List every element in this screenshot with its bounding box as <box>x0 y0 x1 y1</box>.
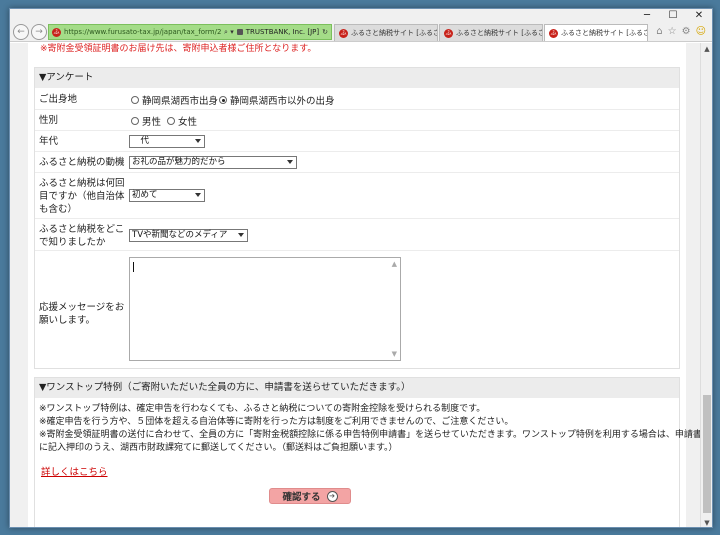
birthplace-label: ご出身地 <box>39 94 78 105</box>
tab-label: ふるさと納税サイト [ふるさとチ... <box>561 29 648 37</box>
survey-section: ▼アンケート ご出身地 静岡県湖西市出身 静岡県湖西市以外の出身 性別 男性 女… <box>34 67 680 369</box>
count-label: ふるさと納税は何回目ですか（他自治体も含む） <box>39 178 125 215</box>
gender-option-female[interactable]: 女性 <box>167 114 197 128</box>
source-row: ふるさと納税をどこで知りましたか TVや新聞などのメディア <box>35 219 679 251</box>
onestop-header: ▼ワンストップ特例（ご寄附いただいた全員の方に、申請書を送らせていただきます。） <box>35 378 679 398</box>
browser-tab-2[interactable]: ふ ふるさと納税サイト [ふるさとチョイ... <box>439 24 543 41</box>
tab-label: ふるさと納税サイト [ふるさとチョイ... <box>351 29 437 37</box>
browser-window: ─ ☐ ✕ ← → ふ https://www.furusato-tax.jp/… <box>9 8 713 528</box>
close-window-icon[interactable]: ✕ <box>686 9 712 23</box>
age-label: 年代 <box>39 136 59 147</box>
count-row: ふるさと納税は何回目ですか（他自治体も含む） 初めて <box>35 173 679 219</box>
source-label: ふるさと納税をどこで知りましたか <box>39 224 125 248</box>
onestop-section: ▼ワンストップ特例（ご寄附いただいた全員の方に、申請書を送らせていただきます。）… <box>34 377 702 527</box>
confirm-button[interactable]: 確認する ➔ <box>269 488 351 504</box>
birthplace-option-kosai[interactable]: 静岡県湖西市出身 <box>131 93 218 107</box>
radio-button[interactable] <box>131 117 139 125</box>
radio-label: 静岡県湖西市以外の出身 <box>230 96 335 107</box>
feedback-smiley-icon[interactable]: ☺ <box>696 26 706 38</box>
chevron-down-icon <box>287 160 293 164</box>
search-dropdown-icon[interactable]: ⌕ ▾ <box>224 28 234 37</box>
tab-label: ふるさと納税サイト [ふるさとチョイ... <box>456 29 542 37</box>
tab-favicon-icon: ふ <box>444 28 453 38</box>
birthplace-option-other[interactable]: 静岡県湖西市以外の出身 <box>219 93 335 107</box>
gender-row: 性別 男性 女性 <box>35 110 679 131</box>
onestop-note-2: ※確定申告を行う方や、５団体を超える自治体等に寄附を行った方は制度をご利用できま… <box>39 417 514 427</box>
radio-button[interactable] <box>167 117 175 125</box>
count-select[interactable]: 初めて <box>129 189 205 202</box>
toolbar-icons: ⌂ ☆ ⚙ ☺ <box>656 26 706 38</box>
back-icon[interactable]: ← <box>13 24 29 40</box>
radio-label: 男性 <box>142 117 162 128</box>
motive-select-value: お礼の品が魅力的だから <box>132 157 226 167</box>
tab-favicon-icon: ふ <box>549 28 558 38</box>
title-bar: ─ ☐ ✕ <box>10 9 712 23</box>
refresh-icon[interactable]: ↻ <box>322 28 328 36</box>
motive-row: ふるさと納税の動機 お礼の品が魅力的だから <box>35 152 679 173</box>
page-viewport: ※寄附金受領証明書のお届け先は、寄附申込者様ご住所となります。 ▼アンケート ご… <box>10 43 702 527</box>
count-select-value: 初めて <box>132 190 158 200</box>
confirm-button-label: 確認する <box>282 492 321 503</box>
textarea-scroll-down-icon[interactable]: ▼ <box>392 350 397 358</box>
settings-gear-icon[interactable]: ⚙ <box>682 26 691 38</box>
textarea-scroll-up-icon[interactable]: ▲ <box>392 260 397 268</box>
age-select-value: 代 <box>132 136 150 146</box>
scroll-up-icon[interactable]: ▲ <box>701 43 712 55</box>
birthplace-row: ご出身地 静岡県湖西市出身 静岡県湖西市以外の出身 <box>35 89 679 110</box>
chevron-down-icon <box>195 139 201 143</box>
radio-label: 静岡県湖西市出身 <box>142 96 219 107</box>
page-scrollbar[interactable]: ▲ ▼ <box>700 43 712 527</box>
top-notice: ※寄附金受領証明書のお届け先は、寄附申込者様ご住所となります。 <box>40 44 317 54</box>
forward-icon[interactable]: → <box>31 24 47 40</box>
age-select[interactable]: 代 <box>129 135 205 148</box>
gender-option-male[interactable]: 男性 <box>131 114 161 128</box>
message-label: 応援メッセージをお願いします。 <box>39 302 125 326</box>
motive-label: ふるさと納税の動機 <box>39 157 125 168</box>
message-textarea[interactable]: ▲ ▼ <box>129 257 401 361</box>
scroll-down-icon[interactable]: ▼ <box>701 517 712 527</box>
tab-favicon-icon: ふ <box>339 28 348 38</box>
chevron-down-icon <box>238 233 244 237</box>
age-row: 年代 代 <box>35 131 679 152</box>
chevron-down-icon <box>195 193 201 197</box>
favorites-star-icon[interactable]: ☆ <box>668 26 677 38</box>
radio-button[interactable] <box>131 96 139 104</box>
gender-label: 性別 <box>39 115 59 126</box>
address-url[interactable]: https://www.furusato-tax.jp/japan/tax_fo… <box>64 28 221 36</box>
arrow-right-icon: ➔ <box>326 490 338 502</box>
radio-button-selected[interactable] <box>219 96 227 104</box>
radio-label: 女性 <box>178 117 198 128</box>
onestop-note-3: ※寄附金受領証明書の送付に合わせて、全員の方に「寄附金税額控除に係る申告特例申請… <box>39 430 702 440</box>
source-select-value: TVや新聞などのメディア <box>132 230 228 240</box>
details-link[interactable]: 詳しくはこちら <box>41 464 108 478</box>
source-select[interactable]: TVや新聞などのメディア <box>129 229 248 242</box>
certificate-label[interactable]: TRUSTBANK, Inc. [JP] <box>246 28 319 36</box>
scrollbar-thumb[interactable] <box>703 395 711 513</box>
page-content: ※寄附金受領証明書のお届け先は、寄附申込者様ご住所となります。 ▼アンケート ご… <box>28 43 702 527</box>
browser-tab-1[interactable]: ふ ふるさと納税サイト [ふるさとチョイ... <box>334 24 438 41</box>
onestop-note-1: ※ワンストップ特例は、確定申告を行わなくても、ふるさと納税についての寄附金控除を… <box>39 404 486 414</box>
survey-header: ▼アンケート <box>35 68 679 88</box>
browser-tab-active[interactable]: ふ ふるさと納税サイト [ふるさとチ... ✕ <box>544 24 648 41</box>
minimize-icon[interactable]: ─ <box>634 9 660 23</box>
lock-icon <box>236 29 243 35</box>
maximize-icon[interactable]: ☐ <box>660 9 686 23</box>
onestop-note-4: に記入押印のうえ、湖西市財政課宛てに郵送してください。（郵送料はご負担願います。… <box>39 443 398 453</box>
navigation-bar: ← → ふ https://www.furusato-tax.jp/japan/… <box>10 23 712 42</box>
motive-select[interactable]: お礼の品が魅力的だから <box>129 156 297 169</box>
home-icon[interactable]: ⌂ <box>656 26 662 38</box>
site-favicon-icon: ふ <box>52 27 61 37</box>
message-row: 応援メッセージをお願いします。 ▲ ▼ <box>35 251 679 369</box>
address-bar[interactable]: ふ https://www.furusato-tax.jp/japan/tax_… <box>48 24 332 40</box>
text-caret <box>133 262 134 272</box>
